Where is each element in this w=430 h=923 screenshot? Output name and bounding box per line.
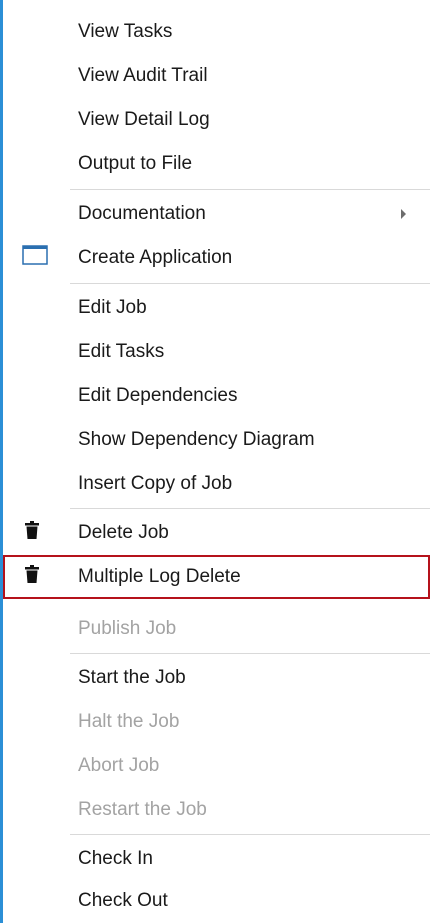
menu-item-check-out[interactable]: Check Out (3, 879, 430, 923)
menu-item-show-dependency-diagram[interactable]: Show Dependency Diagram (3, 418, 430, 462)
menu-item-label: View Tasks (78, 21, 173, 42)
menu-item-label: Check Out (78, 890, 168, 911)
window-icon (22, 245, 48, 271)
menu-item-start-the-job[interactable]: Start the Job (3, 656, 430, 700)
trash-icon (25, 521, 39, 545)
menu-separator (70, 653, 430, 654)
submenu-arrow-icon (401, 209, 406, 219)
menu-item-edit-dependencies[interactable]: Edit Dependencies (3, 374, 430, 418)
menu-separator (70, 834, 430, 835)
menu-item-label: Restart the Job (78, 799, 207, 820)
menu-item-create-application[interactable]: Create Application (3, 236, 430, 280)
menu-item-documentation[interactable]: Documentation (3, 192, 430, 236)
menu-item-view-audit-trail[interactable]: View Audit Trail (3, 54, 430, 98)
menu-item-delete-job[interactable]: Delete Job (3, 511, 430, 555)
menu-item-label: Insert Copy of Job (78, 473, 233, 494)
menu-separator (70, 189, 430, 190)
menu-item-edit-job[interactable]: Edit Job (3, 286, 430, 330)
context-menu: View Tasks View Audit Trail View Detail … (0, 0, 430, 923)
menu-separator (70, 283, 430, 284)
menu-item-label: Show Dependency Diagram (78, 429, 315, 450)
menu-item-label: Publish Job (78, 618, 177, 639)
menu-item-label: Check In (78, 848, 153, 869)
menu-item-label: Edit Job (78, 297, 147, 318)
menu-item-label: Edit Tasks (78, 341, 165, 362)
menu-item-label: Delete Job (78, 522, 169, 543)
menu-item-multiple-log-delete[interactable]: Multiple Log Delete (3, 555, 430, 599)
menu-item-abort-job[interactable]: Abort Job (3, 744, 430, 788)
menu-item-output-to-file[interactable]: Output to File (3, 142, 430, 186)
menu-item-view-detail-log[interactable]: View Detail Log (3, 98, 430, 142)
menu-item-label: Halt the Job (78, 711, 180, 732)
menu-item-check-in[interactable]: Check In (3, 837, 430, 881)
menu-item-view-tasks[interactable]: View Tasks (3, 10, 430, 54)
menu-item-edit-tasks[interactable]: Edit Tasks (3, 330, 430, 374)
menu-item-label: Documentation (78, 203, 206, 224)
menu-item-label: Start the Job (78, 667, 186, 688)
menu-item-label: Abort Job (78, 755, 160, 776)
menu-item-label: View Audit Trail (78, 65, 208, 86)
menu-separator (70, 508, 430, 509)
menu-item-label: Multiple Log Delete (78, 566, 241, 587)
menu-item-label: View Detail Log (78, 109, 210, 130)
menu-item-label: Output to File (78, 153, 193, 174)
menu-item-restart-the-job[interactable]: Restart the Job (3, 788, 430, 832)
menu-item-label: Create Application (78, 247, 233, 268)
menu-item-insert-copy-of-job[interactable]: Insert Copy of Job (3, 462, 430, 506)
trash-icon (25, 565, 39, 589)
menu-item-publish-job[interactable]: Publish Job (3, 607, 430, 651)
menu-item-label: Edit Dependencies (78, 385, 238, 406)
menu-item-halt-the-job[interactable]: Halt the Job (3, 700, 430, 744)
